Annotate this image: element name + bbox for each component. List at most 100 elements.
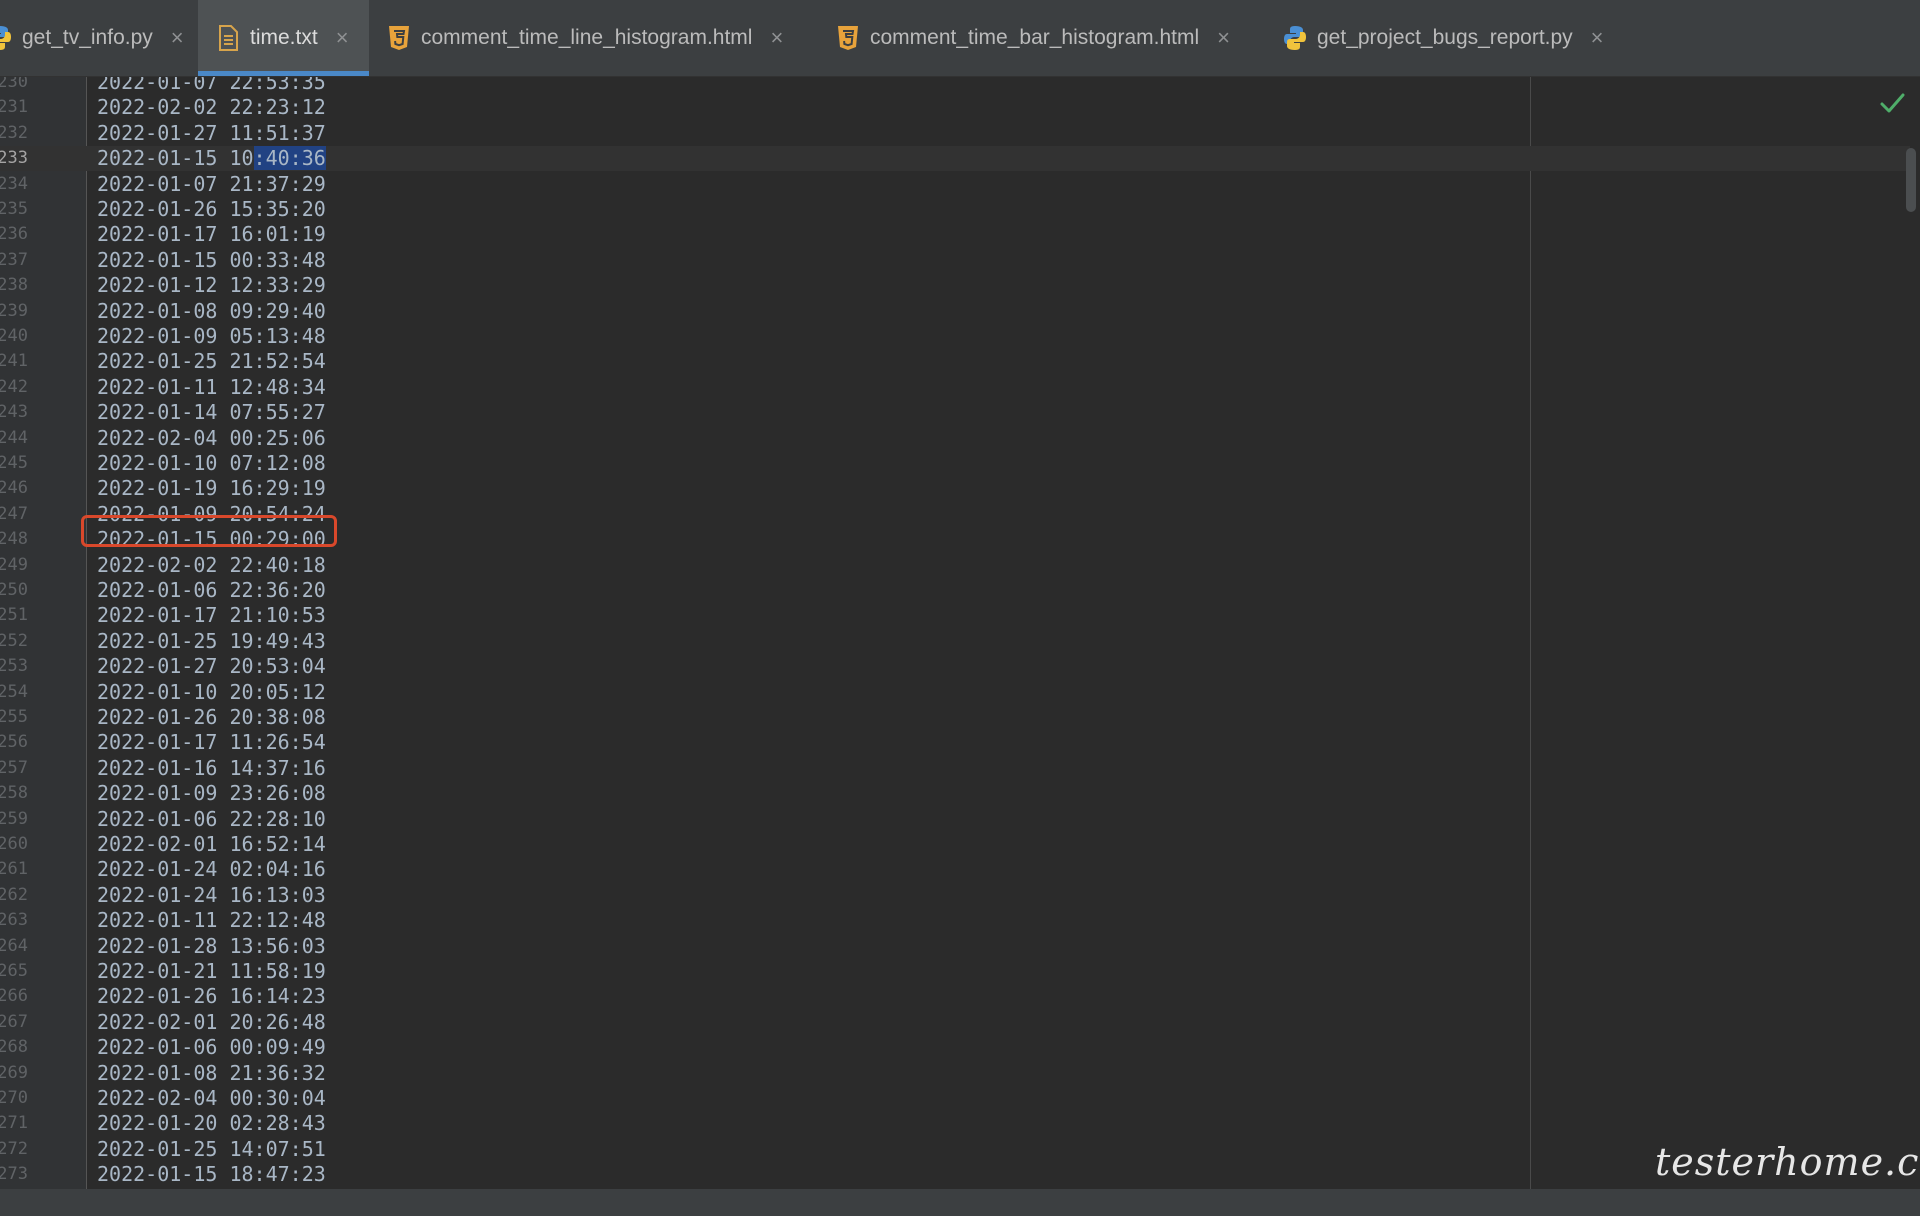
line-text[interactable]: 2022-01-25 21:52:54 [97,349,326,374]
text-line[interactable]: 259 2022-01-06 22:28:10 [0,807,1500,832]
text-line[interactable]: 258 2022-01-09 23:26:08 [0,781,1500,806]
close-icon[interactable]: × [336,25,349,51]
check-icon[interactable] [1877,90,1907,116]
line-text[interactable]: 2022-01-11 22:12:48 [97,908,326,933]
text-line[interactable]: 270 2022-02-04 00:30:04 [0,1086,1500,1111]
close-icon[interactable]: × [171,25,184,51]
line-text[interactable]: 2022-01-17 11:26:54 [97,730,326,755]
line-text[interactable]: 2022-01-24 02:04:16 [97,857,326,882]
text-line[interactable]: 255 2022-01-26 20:38:08 [0,705,1500,730]
text-line[interactable]: 239 2022-01-08 09:29:40 [0,299,1500,324]
text-line[interactable]: 272 2022-01-25 14:07:51 [0,1137,1500,1162]
text-line[interactable]: 262 2022-01-24 16:13:03 [0,883,1500,908]
line-text[interactable]: 2022-01-09 05:13:48 [97,324,326,349]
text-line[interactable]: 265 2022-01-21 11:58:19 [0,959,1500,984]
text-line[interactable]: 261 2022-01-24 02:04:16 [0,857,1500,882]
line-text[interactable]: 2022-01-06 22:36:20 [97,578,326,603]
line-text[interactable]: 2022-01-15 00:33:48 [97,248,326,273]
close-icon[interactable]: × [770,25,783,51]
tab-comment-time-line-histogram-html[interactable]: comment_time_line_histogram.html × [369,0,818,76]
line-text[interactable]: 2022-01-06 00:09:49 [97,1035,326,1060]
text-line[interactable]: 232 2022-01-27 11:51:37 [0,121,1500,146]
text-line[interactable]: 257 2022-01-16 14:37:16 [0,756,1500,781]
text-line[interactable]: 254 2022-01-10 20:05:12 [0,680,1500,705]
close-icon[interactable]: × [1217,25,1230,51]
text-line[interactable]: 230 2022-01-07 22:53:35 [0,77,1500,95]
line-number: 259 [0,808,28,829]
text-line[interactable]: 268 2022-01-06 00:09:49 [0,1035,1500,1060]
text-line[interactable]: 252 2022-01-25 19:49:43 [0,629,1500,654]
line-text[interactable]: 2022-01-25 19:49:43 [97,629,326,654]
text-line[interactable]: 233 2022-01-15 10:40:36 [0,146,1500,171]
line-text[interactable]: 2022-01-17 16:01:19 [97,222,326,247]
line-text[interactable]: 2022-01-26 15:35:20 [97,197,326,222]
line-text[interactable]: 2022-01-24 16:13:03 [97,883,326,908]
text-line[interactable]: 244 2022-02-04 00:25:06 [0,426,1500,451]
line-text[interactable]: 2022-01-08 09:29:40 [97,299,326,324]
close-icon[interactable]: × [1591,25,1604,51]
line-text[interactable]: 2022-01-19 16:29:19 [97,476,326,501]
line-text[interactable]: 2022-02-02 22:23:12 [97,95,326,120]
tab-time-txt[interactable]: time.txt × [198,0,369,76]
text-line[interactable]: 250 2022-01-06 22:36:20 [0,578,1500,603]
line-text[interactable]: 2022-01-28 13:56:03 [97,934,326,959]
text-line[interactable]: 237 2022-01-15 00:33:48 [0,248,1500,273]
text-line[interactable]: 263 2022-01-11 22:12:48 [0,908,1500,933]
line-text[interactable]: 2022-01-14 07:55:27 [97,400,326,425]
line-text[interactable]: 2022-01-11 12:48:34 [97,375,326,400]
text-line[interactable]: 260 2022-02-01 16:52:14 [0,832,1500,857]
text-line[interactable]: 245 2022-01-10 07:12:08 [0,451,1500,476]
text-line[interactable]: 235 2022-01-26 15:35:20 [0,197,1500,222]
text-line[interactable]: 266 2022-01-26 16:14:23 [0,984,1500,1009]
line-text[interactable]: 2022-02-04 00:25:06 [97,426,326,451]
tab-get-project-bugs-report-py[interactable]: get_project_bugs_report.py × [1265,0,1633,76]
text-line[interactable]: 253 2022-01-27 20:53:04 [0,654,1500,679]
line-text[interactable]: 2022-01-12 12:33:29 [97,273,326,298]
line-text[interactable]: 2022-01-06 22:28:10 [97,807,326,832]
line-text[interactable]: 2022-01-26 16:14:23 [97,984,326,1009]
line-text[interactable]: 2022-01-10 20:05:12 [97,680,326,705]
line-text[interactable]: 2022-02-01 20:26:48 [97,1010,326,1035]
line-text[interactable]: 2022-01-26 20:38:08 [97,705,326,730]
text-line[interactable]: 241 2022-01-25 21:52:54 [0,349,1500,374]
line-text[interactable]: 2022-01-20 02:28:43 [97,1111,326,1136]
vertical-scrollbar-thumb[interactable] [1906,148,1916,212]
text-line[interactable]: 242 2022-01-11 12:48:34 [0,375,1500,400]
text-line[interactable]: 234 2022-01-07 21:37:29 [0,172,1500,197]
text-line[interactable]: 246 2022-01-19 16:29:19 [0,476,1500,501]
line-text[interactable]: 2022-02-02 22:40:18 [97,553,326,578]
text-line[interactable]: 251 2022-01-17 21:10:53 [0,603,1500,628]
line-text[interactable]: 2022-01-07 22:53:35 [97,77,326,95]
text-line[interactable]: 256 2022-01-17 11:26:54 [0,730,1500,755]
line-text[interactable]: 2022-01-27 11:51:37 [97,121,326,146]
tab-get-tv-info-py[interactable]: get_tv_info.py × [0,0,198,76]
line-text[interactable]: 2022-01-25 14:07:51 [97,1137,326,1162]
text-line[interactable]: 240 2022-01-09 05:13:48 [0,324,1500,349]
text-line[interactable]: 264 2022-01-28 13:56:03 [0,934,1500,959]
line-text[interactable]: 2022-01-15 10:40:36 [97,146,326,171]
text-line[interactable]: 271 2022-01-20 02:28:43 [0,1111,1500,1136]
text-line[interactable]: 231 2022-02-02 22:23:12 [0,95,1500,120]
line-text[interactable]: 2022-02-04 00:30:04 [97,1086,326,1111]
line-text[interactable]: 2022-01-09 23:26:08 [97,781,326,806]
text-line[interactable]: 243 2022-01-14 07:55:27 [0,400,1500,425]
tab-comment-time-bar-histogram-html[interactable]: comment_time_bar_histogram.html × [818,0,1265,76]
line-text[interactable]: 2022-01-27 20:53:04 [97,654,326,679]
line-text[interactable]: 2022-01-17 21:10:53 [97,603,326,628]
text-line[interactable]: 249 2022-02-02 22:40:18 [0,553,1500,578]
line-text[interactable]: 2022-01-07 21:37:29 [97,172,326,197]
line-text[interactable]: 2022-01-10 07:12:08 [97,451,326,476]
line-number: 246 [0,478,28,499]
text-line[interactable]: 238 2022-01-12 12:33:29 [0,273,1500,298]
line-text[interactable]: 2022-01-16 14:37:16 [97,756,326,781]
editor-area[interactable]: 230 2022-01-07 22:53:35 231 2022-02-02 22:2… [0,77,1920,1189]
line-text[interactable]: 2022-01-08 21:36:32 [97,1061,326,1086]
line-number: 247 [0,503,28,524]
text-line[interactable]: 269 2022-01-08 21:36:32 [0,1061,1500,1086]
text-line[interactable]: 267 2022-02-01 20:26:48 [0,1010,1500,1035]
line-text[interactable]: 2022-01-15 18:47:23 [97,1162,326,1187]
line-text[interactable]: 2022-01-21 11:58:19 [97,959,326,984]
text-line[interactable]: 236 2022-01-17 16:01:19 [0,222,1500,247]
line-text[interactable]: 2022-02-01 16:52:14 [97,832,326,857]
text-line[interactable]: 273 2022-01-15 18:47:23 [0,1162,1500,1187]
